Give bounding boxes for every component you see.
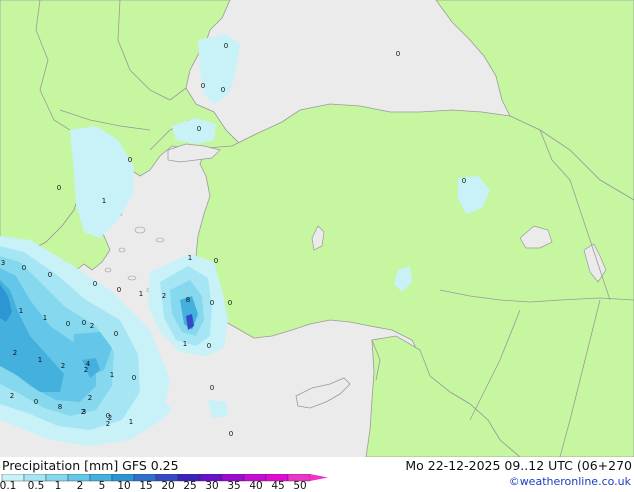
precip-value-label: 0 — [132, 374, 136, 382]
precip-value-label: 3 — [82, 408, 86, 416]
colorbar-tick-label: 1 — [54, 480, 62, 492]
precip-value-label: 0 — [207, 342, 211, 350]
precip-value-label: 0 — [48, 271, 52, 279]
precip-value-label: 0 — [82, 319, 86, 327]
precipitation-map: 0000000101000001100030001122802210124282… — [0, 0, 634, 457]
precip-value-label: 0 — [229, 430, 233, 438]
precip-value-label: 8 — [186, 296, 190, 304]
precip-value-label: 0 — [57, 184, 61, 192]
colorbar-overflow-arrow — [310, 474, 328, 481]
colorbar-tick-label: 0.5 — [27, 480, 45, 492]
precip-value-label: 2 — [88, 394, 92, 402]
precip-value-label: 0 — [462, 177, 466, 185]
precip-value-label: 0 — [221, 86, 225, 94]
colorbar-tick-label: 45 — [271, 480, 285, 492]
precip-value-label: 0 — [106, 412, 110, 420]
precip-value-label: 0 — [34, 398, 38, 406]
precip-value-label: 1 — [102, 197, 106, 205]
colorbar-tick-label: 5 — [98, 480, 106, 492]
precip-value-label: 1 — [110, 371, 114, 379]
precip-value-label: 0 — [93, 280, 97, 288]
precip-value-label: 0 — [114, 330, 118, 338]
precip-value-label: 0 — [228, 299, 232, 307]
precip-value-label: 0 — [117, 286, 121, 294]
precip-value-label: 2 — [61, 362, 65, 370]
precip-value-label: 0 — [396, 50, 400, 58]
precip-value-label: 4 — [86, 360, 91, 368]
precip-value-label: 1 — [183, 340, 187, 348]
colorbar-tick-label: 25 — [183, 480, 197, 492]
precip-value-label: 0 — [214, 257, 218, 265]
precip-value-label: 0 — [210, 384, 214, 392]
credit-link[interactable]: ©weatheronline.co.uk — [509, 475, 631, 488]
colorbar-tick-label: 40 — [249, 480, 263, 492]
precip-value-label: 1 — [19, 307, 23, 315]
precip-value-label: 3 — [1, 259, 5, 267]
map-title: Precipitation [mm] GFS 0.25 — [2, 458, 179, 473]
precip-value-label: 0 — [22, 264, 26, 272]
precip-value-label: 2 — [13, 349, 17, 357]
colorbar-tick-label: 0.1 — [0, 480, 17, 492]
precip-value-label: 0 — [210, 299, 214, 307]
colorbar-tick-label: 20 — [161, 480, 175, 492]
precip-value-label: 0 — [128, 156, 132, 164]
precip-value-label: 0 — [201, 82, 205, 90]
colorbar-tick-label: 10 — [117, 480, 131, 492]
map-canvas: 0000000101 0000 011 00030001122802210124282… — [0, 0, 634, 457]
precip-value-label: 8 — [58, 403, 62, 411]
precip-value-label: 2 — [106, 420, 110, 428]
precip-value-label: 0 — [197, 125, 201, 133]
colorbar-tick-label: 30 — [205, 480, 219, 492]
precip-value-label: 1 — [188, 254, 192, 262]
precip-value-label: 1 — [139, 290, 143, 298]
colorbar-tick-label: 2 — [76, 480, 84, 492]
colorbar-tick-label: 50 — [293, 480, 307, 492]
colorbar-tick-label: 35 — [227, 480, 241, 492]
precip-value-label: 2 — [90, 322, 94, 330]
precip-value-label: 2 — [10, 392, 14, 400]
precip-value-label: 2 — [162, 292, 166, 300]
valid-time: Mo 22-12-2025 09..12 UTC (06+270 — [405, 458, 632, 473]
precip-value-label: 0 — [66, 320, 70, 328]
precip-value-label: 0 — [224, 42, 228, 50]
colorbar-tick-label: 15 — [139, 480, 153, 492]
precip-value-label: 1 — [43, 314, 47, 322]
precip-value-label: 1 — [129, 418, 133, 426]
precip-value-label: 1 — [38, 356, 42, 364]
